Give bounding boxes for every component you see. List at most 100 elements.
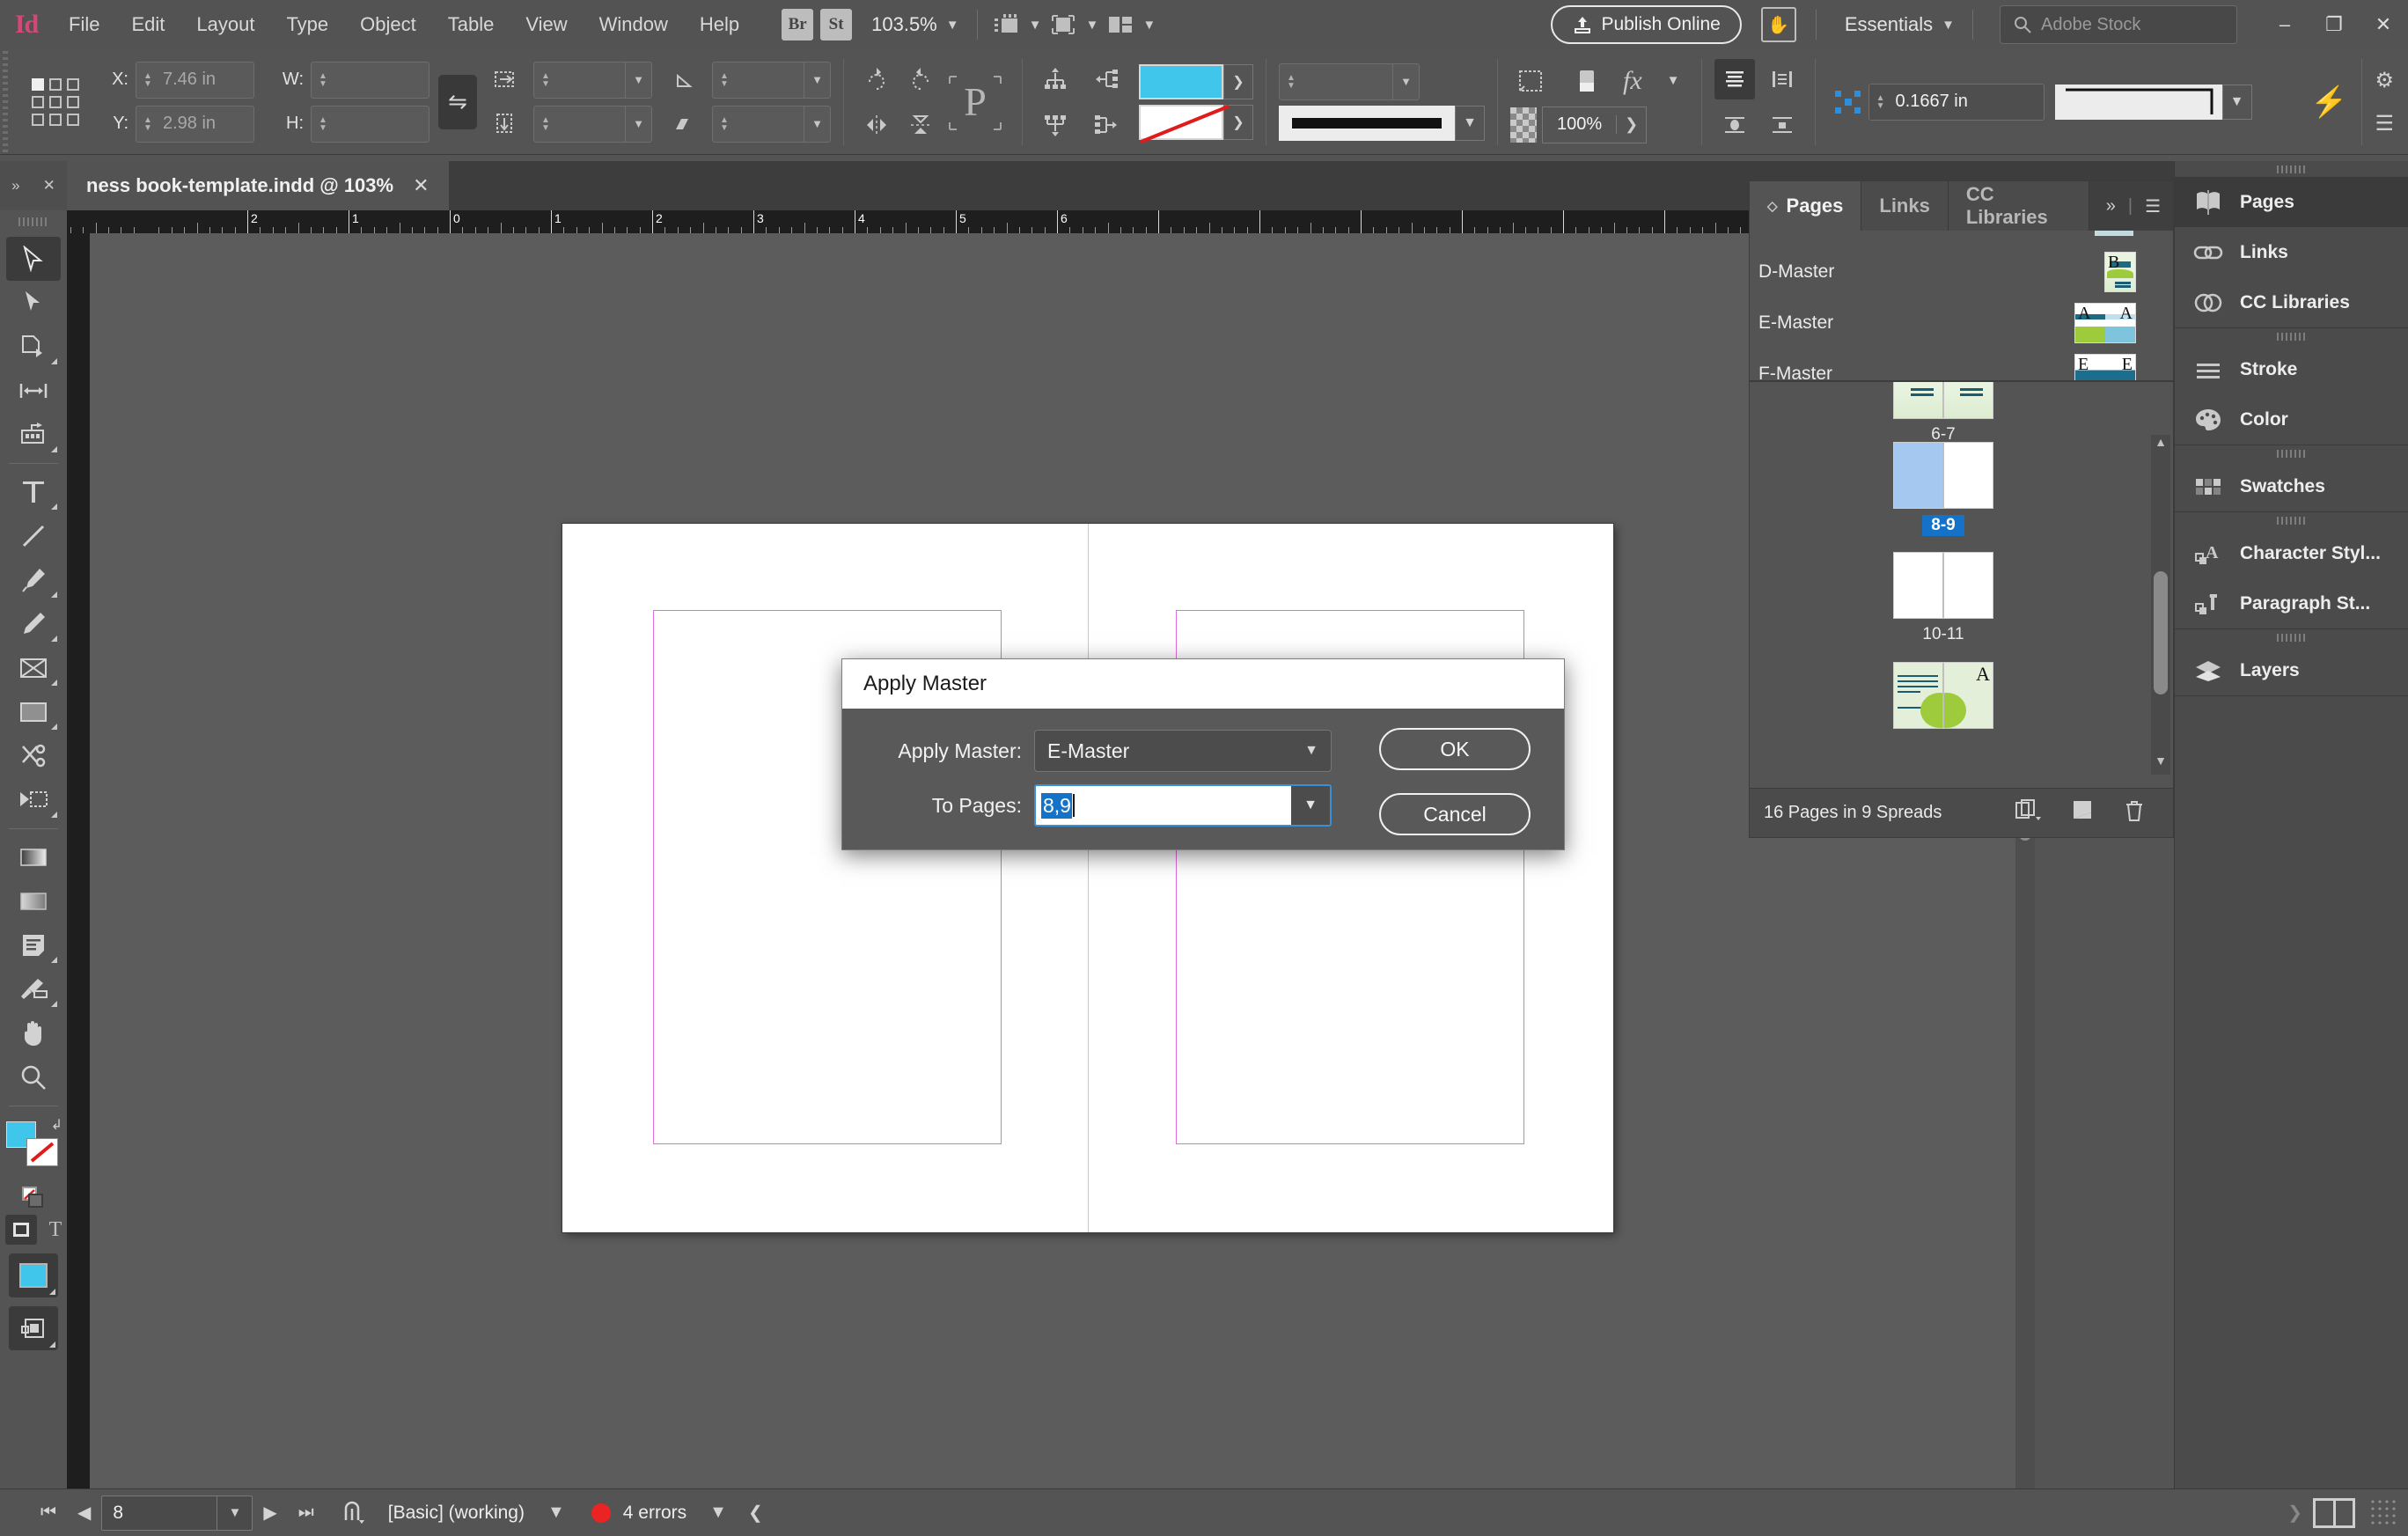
fill-swatch[interactable] — [1139, 63, 1223, 99]
page-8-thumb[interactable] — [1894, 443, 1943, 508]
shear-field[interactable]: ▲ ▼ ▼ — [712, 105, 831, 143]
adobe-stock-search[interactable]: Adobe Stock — [2000, 5, 2237, 44]
apply-master-select[interactable]: E-Master ▼ — [1034, 730, 1332, 772]
publish-online-button[interactable]: Publish Online — [1551, 5, 1742, 44]
scroll-down-icon[interactable]: ▼ — [2151, 753, 2170, 775]
pages-scrollbar-thumb[interactable] — [2154, 571, 2168, 695]
stroke-swatch-none[interactable] — [1139, 104, 1223, 140]
spread-view-toggle[interactable] — [2313, 1497, 2355, 1528]
status-expand-icon[interactable]: ❯ — [2277, 1502, 2313, 1524]
y-field[interactable]: ▲ ▼ 2.98 in — [136, 105, 254, 143]
rotation-dropdown-icon[interactable]: ▼ — [804, 62, 830, 98]
spread-item-quote[interactable]: A — [1750, 662, 2137, 732]
document-tab[interactable]: ness book-template.indd @ 103% ✕ — [67, 161, 449, 210]
zoom-dropdown-icon[interactable] — [946, 18, 959, 33]
default-fill-stroke-icon[interactable] — [22, 1187, 45, 1208]
effects-dropdown-icon[interactable] — [1667, 73, 1680, 88]
document-canvas[interactable] — [90, 233, 2035, 1488]
stroke-weight-dropdown-icon[interactable]: ▼ — [1392, 63, 1419, 99]
stroke-weight-stepper-icon[interactable]: ▲ ▼ — [1283, 73, 1299, 90]
masters-list[interactable]: D-Master B E-Master A A F-Master E E — [1750, 231, 2173, 382]
rotate-clockwise-icon[interactable] — [856, 59, 897, 99]
scroll-up-icon[interactable]: ▲ — [2151, 435, 2170, 456]
spread-6-7-thumbnail[interactable] — [1893, 382, 1993, 419]
spread-8-9-thumbnail[interactable] — [1893, 442, 1993, 509]
preflight-icon[interactable] — [325, 1501, 376, 1525]
spread-item-8-9[interactable]: 8-9 — [1750, 442, 2137, 536]
stroke-dropdown-icon[interactable]: ❯ — [1223, 104, 1253, 140]
type-tool[interactable] — [6, 470, 61, 514]
dock-grip[interactable] — [2175, 161, 2408, 177]
gradient-feather-tool[interactable] — [6, 879, 61, 923]
gap-tool[interactable] — [6, 369, 61, 413]
to-pages-combobox[interactable]: 8,9 ▼ — [1034, 784, 1332, 827]
scale-x-dropdown-icon[interactable]: ▼ — [625, 62, 651, 98]
scissors-tool[interactable] — [6, 734, 61, 778]
bring-to-front-icon[interactable] — [1035, 59, 1076, 99]
horizontal-ruler[interactable]: 210123456 — [67, 210, 2035, 233]
apply-master-dialog[interactable]: Apply Master Apply Master: E-Master ▼ To… — [841, 658, 1565, 850]
dock-item-character-styles[interactable]: A Character Styl... — [2175, 528, 2408, 578]
rotation-stepper-icon[interactable]: ▲ ▼ — [716, 71, 732, 88]
corner-dropdown-icon[interactable]: ▼ — [2221, 84, 2252, 120]
toolbar-collapse-icon[interactable]: » — [11, 177, 19, 195]
pencil-tool[interactable] — [6, 602, 61, 646]
error-dropdown-icon[interactable]: ▼ — [699, 1503, 738, 1523]
previous-page-icon[interactable]: ◀ — [67, 1502, 101, 1524]
stroke-style-control[interactable]: ▼ — [1279, 105, 1485, 141]
corner-options-control[interactable]: ▼ — [2054, 84, 2252, 120]
quick-apply-icon[interactable]: ⚡ — [2309, 82, 2349, 122]
shear-stepper-icon[interactable]: ▲ ▼ — [716, 115, 732, 132]
master-row-e[interactable]: E-Master A A — [1750, 298, 2173, 349]
x-field[interactable]: ▲ ▼ 7.46 in — [136, 61, 254, 99]
frame-fitting-options-icon[interactable] — [1567, 61, 1607, 101]
w-field[interactable]: ▲ ▼ — [311, 61, 429, 99]
h-stepper-icon[interactable]: ▲ ▼ — [315, 115, 331, 132]
x-stepper-icon[interactable]: ▲ ▼ — [140, 71, 156, 88]
screen-mode-dropdown-icon[interactable] — [1029, 18, 1042, 33]
menu-layout[interactable]: Layout — [180, 0, 270, 49]
dock-grip-4[interactable] — [2175, 512, 2408, 528]
stroke-style-dropdown-icon[interactable]: ▼ — [1455, 105, 1485, 141]
new-master-icon[interactable] — [2015, 798, 2041, 827]
rotation-field[interactable]: ▲ ▼ ▼ — [712, 61, 831, 99]
pen-tool[interactable] — [6, 558, 61, 602]
flip-vertical-icon[interactable] — [900, 105, 941, 145]
fill-color-control[interactable]: ❯ — [1139, 63, 1253, 99]
to-pages-input[interactable]: 8,9 — [1036, 786, 1291, 825]
direct-selection-tool[interactable] — [6, 281, 61, 325]
pages-panel[interactable]: ◇ Pages Links CC Libraries » | ☰ D-Maste… — [1749, 180, 2174, 838]
menu-object[interactable]: Object — [344, 0, 432, 49]
workspace-label[interactable]: Essentials — [1845, 13, 1933, 36]
page-number-field[interactable]: 8 ▼ — [101, 1495, 253, 1531]
dock-item-swatches[interactable]: Swatches — [2175, 461, 2408, 511]
page-spread[interactable] — [562, 524, 1613, 1232]
page-9-thumb[interactable] — [1943, 443, 1993, 508]
new-page-icon[interactable] — [2071, 799, 2094, 827]
bridge-button[interactable]: Br — [782, 9, 814, 40]
panel-overflow-icon[interactable]: » — [2106, 196, 2116, 217]
arrange-documents-icon[interactable] — [1107, 14, 1134, 35]
dock-item-stroke[interactable]: Stroke — [2175, 344, 2408, 394]
reference-point-selector[interactable] — [32, 77, 79, 126]
effects-fx-icon[interactable]: fx — [1623, 66, 1642, 96]
dock-grip-2[interactable] — [2175, 328, 2408, 344]
menu-view[interactable]: View — [510, 0, 583, 49]
menu-edit[interactable]: Edit — [115, 0, 180, 49]
dock-item-color[interactable]: Color — [2175, 394, 2408, 445]
stock-button[interactable]: St — [820, 9, 853, 40]
panel-tab-pages[interactable]: ◇ Pages — [1750, 181, 1862, 231]
preflight-dropdown-icon[interactable]: ▼ — [537, 1503, 576, 1523]
control-bar-grip[interactable] — [0, 48, 12, 155]
note-tool[interactable] — [6, 923, 61, 967]
window-minimize-button[interactable]: – — [2260, 0, 2309, 49]
view-options-dropdown-icon[interactable] — [1085, 18, 1098, 33]
toolbar-close-icon[interactable]: ✕ — [43, 177, 55, 195]
toolbar-grip[interactable] — [0, 210, 67, 233]
text-frame-columns-icon[interactable] — [1762, 59, 1802, 99]
menu-help[interactable]: Help — [684, 0, 755, 49]
spread-10-11-thumbnail[interactable] — [1893, 552, 1993, 619]
panel-tab-links[interactable]: Links — [1861, 181, 1949, 231]
stroke-proxy-swatch[interactable] — [27, 1139, 57, 1165]
fill-stroke-proxy[interactable]: ↲ — [4, 1116, 62, 1185]
